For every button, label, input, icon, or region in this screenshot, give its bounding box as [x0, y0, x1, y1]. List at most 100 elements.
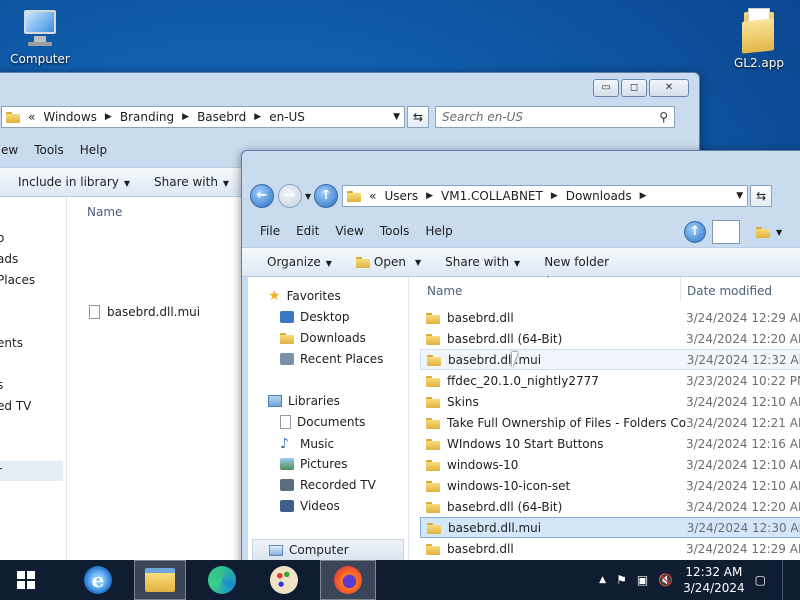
start-button[interactable] [6, 560, 46, 600]
file-row[interactable]: windows-10-icon-set 3/24/2024 12:10 AM [420, 475, 800, 496]
breadcrumb-item[interactable]: Downloads [566, 189, 632, 203]
file-row[interactable]: basebrd.dll 3/24/2024 12:29 AM [420, 538, 800, 559]
address-prefix: « [369, 189, 377, 203]
address-bar[interactable]: « Windows ▶ Branding ▶ Basebrd ▶ en-US ▼ [1, 106, 405, 128]
flag-icon[interactable]: ⚑ [616, 573, 627, 587]
menu-edit[interactable]: Edit [296, 224, 319, 238]
file-row[interactable]: Take Full Ownership of Files - Folders C… [420, 412, 800, 433]
up-button[interactable]: ↑ [314, 184, 339, 208]
breadcrumb-item[interactable]: Basebrd [197, 110, 246, 124]
menu-help[interactable]: Help [80, 143, 107, 157]
nav-recorded-tv[interactable]: Recorded TV [280, 478, 376, 492]
file-row[interactable]: windows-10 3/24/2024 12:10 AM [420, 454, 800, 475]
desktop-icon-label: Computer [10, 52, 70, 66]
show-desktop-button[interactable] [782, 560, 788, 600]
folder-icon [347, 190, 362, 202]
volume-muted-icon[interactable]: 🔇 [658, 573, 673, 587]
file-row[interactable]: Skins 3/24/2024 12:10 AM [420, 391, 800, 412]
up-folder-icon[interactable]: ↑ [684, 221, 706, 243]
search-input[interactable]: Search en-US ⚲ [435, 106, 675, 128]
clock[interactable]: 12:32 AM 3/24/2024 [683, 564, 745, 596]
navigation-pane: o ads Places ents s ed TV r [0, 197, 67, 571]
preview-pane-icon[interactable] [712, 220, 740, 244]
column-header-name[interactable]: Name [427, 284, 462, 298]
breadcrumb-item[interactable]: VM1.COLLABNET [441, 189, 543, 203]
notification-icon[interactable]: ▢ [755, 573, 766, 587]
file-row[interactable]: basebrd.dll.mui 3/24/2024 12:30 AM [420, 517, 800, 538]
desktop-icon-gl2[interactable]: GL2.app [719, 6, 799, 70]
nav-item[interactable]: Places [0, 273, 35, 287]
close-button[interactable]: ✕ [649, 79, 689, 97]
include-in-library-button[interactable]: Include in library ▼ [18, 175, 130, 189]
maximize-button[interactable]: ◻ [621, 79, 647, 97]
nav-recent-places[interactable]: Recent Places [280, 352, 383, 366]
menu-file[interactable]: File [260, 224, 280, 238]
chevron-down-icon[interactable]: ▼ [305, 192, 311, 201]
menu-tools[interactable]: Tools [380, 224, 410, 238]
back-button[interactable]: ← [250, 184, 274, 208]
minimize-button[interactable]: ▭ [593, 79, 619, 97]
nav-documents[interactable]: Documents [280, 415, 365, 429]
menu-help[interactable]: Help [425, 224, 452, 238]
open-button[interactable]: Open ▼ [355, 255, 421, 269]
menu-tools[interactable]: Tools [34, 143, 64, 157]
column-header-name[interactable]: Name [87, 205, 122, 219]
chevron-down-icon[interactable]: ▼ [736, 191, 743, 201]
file-row[interactable]: ffdec_20.1.0_nightly2777 3/23/2024 10:22 … [420, 370, 800, 391]
file-date-modified: 3/24/2024 12:10 AM [686, 394, 800, 409]
organize-button[interactable]: Organize ▼ [267, 255, 332, 269]
refresh-button[interactable]: ⇆ [407, 106, 429, 128]
menu-view[interactable]: View [335, 224, 363, 238]
forward-button[interactable]: → [278, 184, 302, 208]
desktop-icon-computer[interactable]: Computer [0, 8, 80, 66]
folder-icon [426, 375, 440, 387]
folder-icon[interactable] [756, 226, 770, 238]
nav-item[interactable]: ed TV [0, 399, 31, 413]
nav-favorites[interactable]: ★ Favorites [268, 289, 341, 303]
file-row[interactable]: WIndows 10 Start Buttons 3/24/2024 12:16 … [420, 433, 800, 454]
nav-pictures[interactable]: Pictures [280, 457, 348, 471]
breadcrumb-item[interactable]: en-US [269, 110, 305, 124]
share-with-button[interactable]: Share with ▼ [445, 255, 520, 269]
chevron-down-icon[interactable]: ▼ [776, 228, 782, 237]
file-row[interactable]: basebrd.dll.mui 3/24/2024 12:32 AM [420, 349, 800, 370]
file-row[interactable]: basebrd.dll (64-Bit) 3/24/2024 12:20 AM [420, 496, 800, 517]
taskbar-edge[interactable] [196, 560, 248, 600]
taskbar-paint[interactable] [258, 560, 310, 600]
chevron-down-icon[interactable]: ▼ [393, 112, 400, 122]
file-row[interactable]: basebrd.dll 3/24/2024 12:29 AM [420, 307, 800, 328]
nav-item[interactable]: ads [0, 252, 18, 266]
file-name: basebrd.dll [447, 541, 514, 556]
nav-item[interactable]: s [0, 378, 3, 392]
breadcrumb-item[interactable]: Branding [120, 110, 174, 124]
address-bar[interactable]: « Users ▶ VM1.COLLABNET ▶ Downloads ▶ ▼ [342, 185, 749, 207]
file-row[interactable]: basebrd.dll (64-Bit) 3/24/2024 12:20 AM [420, 328, 800, 349]
nav-music[interactable]: ♪ Music [280, 436, 334, 452]
breadcrumb-item[interactable]: Windows [43, 110, 97, 124]
recent-places-icon [280, 353, 294, 365]
column-header-date-modified[interactable]: Date modified [687, 284, 772, 298]
refresh-button[interactable]: ⇆ [750, 185, 773, 207]
breadcrumb-item[interactable]: Users [385, 189, 419, 203]
taskbar-firefox[interactable] [320, 560, 376, 600]
nav-desktop[interactable]: Desktop [280, 310, 350, 324]
nav-downloads[interactable]: Downloads [280, 331, 366, 345]
network-icon[interactable]: ▣ [637, 573, 648, 587]
file-date-modified: 3/24/2024 12:20 AM [686, 499, 800, 514]
nav-libraries[interactable]: Libraries [268, 394, 340, 408]
nav-item[interactable]: ents [0, 336, 23, 350]
caption-buttons: ▭ ◻ ✕ [593, 79, 689, 97]
taskbar-file-explorer[interactable] [134, 560, 186, 600]
tray-expand-icon[interactable]: ▲ [599, 575, 606, 585]
taskbar-internet-explorer[interactable]: e [72, 560, 124, 600]
menu-view[interactable]: ew [1, 143, 18, 157]
nav-item[interactable]: o [0, 231, 4, 245]
folder-icon [427, 522, 441, 534]
computer-icon [269, 544, 283, 556]
new-folder-button[interactable]: New folder [544, 255, 609, 269]
view-toggle-icons: ↑ ▼ [684, 220, 782, 244]
nav-item[interactable]: r [0, 461, 63, 481]
share-with-button[interactable]: Share with ▼ [154, 175, 229, 189]
nav-computer[interactable]: Computer [252, 539, 404, 561]
nav-videos[interactable]: Videos [280, 499, 340, 513]
